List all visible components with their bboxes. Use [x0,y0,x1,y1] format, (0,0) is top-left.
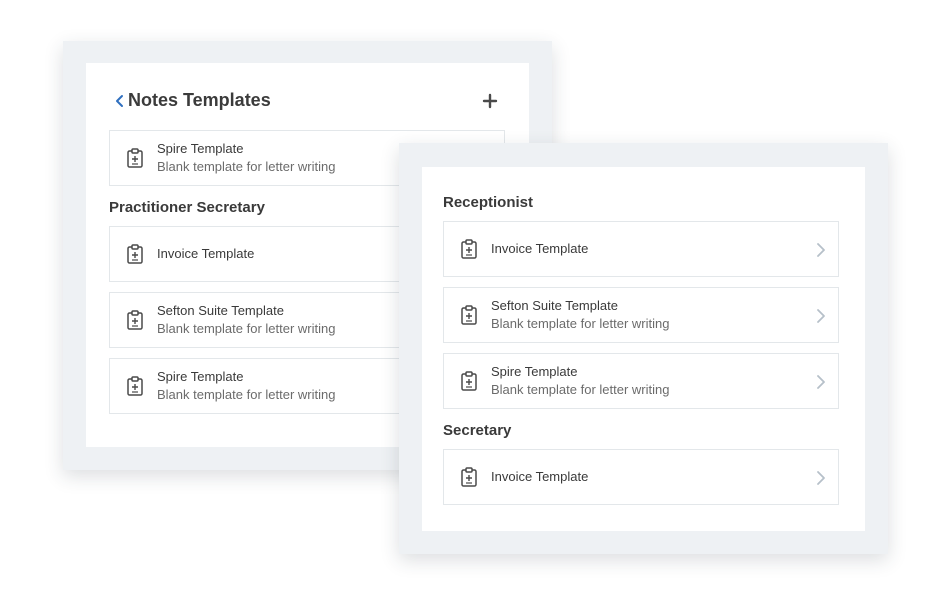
clipboard-plus-icon [461,467,477,487]
template-item-invoice[interactable]: Invoice Template [443,221,839,277]
chevron-right-icon [817,471,825,485]
clipboard-plus-icon [461,239,477,259]
chevron-right-icon [817,309,825,323]
chevron-right-icon [817,243,825,257]
template-description: Blank template for letter writing [157,159,336,174]
template-name: Spire Template [157,141,244,156]
clipboard-plus-icon [461,371,477,391]
template-description: Blank template for letter writing [157,387,336,402]
template-name: Spire Template [157,369,244,384]
clipboard-plus-icon [127,244,143,264]
page-title: Notes Templates [128,90,271,110]
template-name: Sefton Suite Template [491,298,618,313]
plus-icon[interactable] [482,93,498,109]
clipboard-plus-icon [127,310,143,330]
section-label-practitioner-secretary: Practitioner Secretary [109,199,265,216]
template-description: Blank template for letter writing [491,382,670,397]
templates-by-role-panel: Receptionist Invoice Template Sefton Sui… [399,143,888,554]
clipboard-plus-icon [461,305,477,325]
templates-by-role-content: Receptionist Invoice Template Sefton Sui… [422,167,865,531]
template-name: Spire Template [491,364,578,379]
clipboard-plus-icon [127,148,143,168]
chevron-left-icon[interactable] [114,94,126,108]
template-description: Blank template for letter writing [157,321,336,336]
template-item-invoice[interactable]: Invoice Template [443,449,839,505]
template-name: Invoice Template [157,246,255,261]
chevron-right-icon [817,375,825,389]
template-name: Sefton Suite Template [157,303,284,318]
clipboard-plus-icon [127,376,143,396]
template-name: Invoice Template [491,241,589,256]
template-description: Blank template for letter writing [491,316,670,331]
template-item-sefton-suite[interactable]: Sefton Suite Template Blank template for… [443,287,839,343]
section-label-receptionist: Receptionist [443,194,534,211]
template-name: Invoice Template [491,469,589,484]
section-label-secretary: Secretary [443,422,512,439]
template-item-spire[interactable]: Spire Template Blank template for letter… [443,353,839,409]
